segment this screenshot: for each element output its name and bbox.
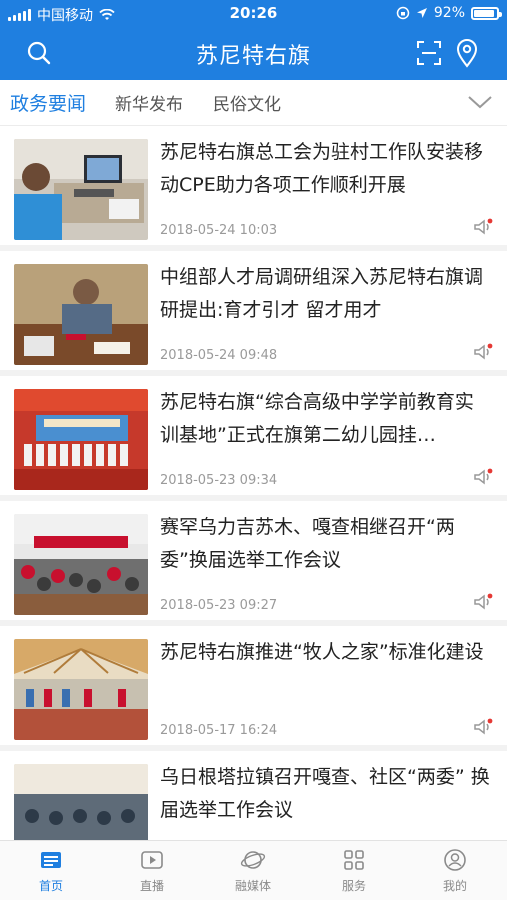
- tabbar-label: 服务: [341, 879, 366, 893]
- grid-services-icon: [344, 850, 364, 870]
- battery-fill: [474, 9, 494, 17]
- speaker-icon[interactable]: [473, 468, 493, 486]
- status-right: 92%: [396, 5, 502, 21]
- news-list: 苏尼特右旗总工会为驻村工作队安装移动CPE助力各项工作顺利开展 2018-05-…: [0, 126, 507, 840]
- tab-folk-culture[interactable]: 民俗文化: [213, 90, 281, 115]
- news-thumbnail: [14, 764, 148, 840]
- tabbar-label: 融媒体: [234, 879, 271, 893]
- speaker-icon[interactable]: [473, 718, 493, 736]
- news-thumbnail: [14, 139, 148, 240]
- scan-icon[interactable]: [416, 40, 442, 66]
- news-date: 2018-05-23 09:27: [160, 598, 278, 613]
- tabbar-item-home[interactable]: 首页: [11, 847, 91, 894]
- news-icon: [41, 852, 61, 868]
- news-headline[interactable]: 中组部人才局调研组深入苏尼特右旗调研提出:育才引才 留才用才: [160, 261, 490, 327]
- news-date: 2018-05-23 09:34: [160, 473, 278, 488]
- tabbar-item-live[interactable]: 直播: [112, 847, 192, 894]
- location-pin-icon[interactable]: [454, 38, 480, 68]
- lock-rotation-icon: [396, 6, 410, 20]
- news-thumbnail: [14, 639, 148, 740]
- tabbar-label: 我的: [442, 879, 467, 893]
- profile-icon: [444, 849, 466, 871]
- news-item[interactable]: 乌日根塔拉镇召开嘎查、社区“两委” 换届选举工作会议: [0, 751, 507, 840]
- news-headline[interactable]: 乌日根塔拉镇召开嘎查、社区“两委” 换届选举工作会议: [160, 761, 490, 827]
- news-thumbnail: [14, 514, 148, 615]
- news-headline[interactable]: 苏尼特右旗“综合高级中学学前教育实训基地”正式在旗第二幼儿园挂…: [160, 386, 490, 452]
- speaker-icon[interactable]: [473, 593, 493, 611]
- news-date: 2018-05-24 09:48: [160, 348, 278, 363]
- tabbar-item-profile[interactable]: 我的: [415, 847, 495, 894]
- tabbar-label: 直播: [139, 879, 164, 893]
- chevron-down-icon[interactable]: [467, 92, 493, 112]
- top-bar: 中国移动 20:26 92% 苏尼特右旗: [0, 0, 507, 80]
- category-tabs: 政务要闻 新华发布 民俗文化: [0, 80, 507, 126]
- news-item[interactable]: 苏尼特右旗“综合高级中学学前教育实训基地”正式在旗第二幼儿园挂… 2018-05…: [0, 376, 507, 501]
- nav-bar: 苏尼特右旗: [0, 28, 507, 80]
- live-play-icon: [141, 851, 163, 869]
- battery-icon: [471, 6, 502, 20]
- bottom-tab-bar: 首页 直播 融媒体 服务 我的: [0, 840, 507, 900]
- news-item[interactable]: 中组部人才局调研组深入苏尼特右旗调研提出:育才引才 留才用才 2018-05-2…: [0, 251, 507, 376]
- news-date: 2018-05-24 10:03: [160, 223, 278, 238]
- media-planet-icon: [240, 851, 266, 869]
- tabbar-item-services[interactable]: 服务: [314, 847, 394, 894]
- news-item[interactable]: 苏尼特右旗总工会为驻村工作队安装移动CPE助力各项工作顺利开展 2018-05-…: [0, 126, 507, 251]
- status-bar: 中国移动 20:26 92%: [0, 0, 507, 28]
- news-thumbnail: [14, 389, 148, 490]
- news-headline[interactable]: 苏尼特右旗推进“牧人之家”标准化建设: [160, 636, 490, 702]
- tab-xinhua-release[interactable]: 新华发布: [115, 90, 183, 115]
- speaker-icon[interactable]: [473, 218, 493, 236]
- news-headline[interactable]: 赛罕乌力吉苏木、嘎查相继召开“两委”换届选举工作会议: [160, 511, 490, 577]
- news-thumbnail: [14, 264, 148, 365]
- news-item[interactable]: 赛罕乌力吉苏木、嘎查相继召开“两委”换届选举工作会议 2018-05-23 09…: [0, 501, 507, 626]
- speaker-icon[interactable]: [473, 343, 493, 361]
- tabbar-label: 首页: [38, 879, 63, 893]
- tabbar-item-media[interactable]: 融媒体: [213, 847, 293, 894]
- battery-percent: 92%: [433, 5, 465, 21]
- news-item[interactable]: 苏尼特右旗推进“牧人之家”标准化建设 2018-05-17 16:24: [0, 626, 507, 751]
- location-arrow-icon: [416, 8, 427, 18]
- news-date: 2018-05-17 16:24: [160, 723, 278, 738]
- tab-political-news[interactable]: 政务要闻: [10, 89, 86, 116]
- news-headline[interactable]: 苏尼特右旗总工会为驻村工作队安装移动CPE助力各项工作顺利开展: [160, 136, 490, 202]
